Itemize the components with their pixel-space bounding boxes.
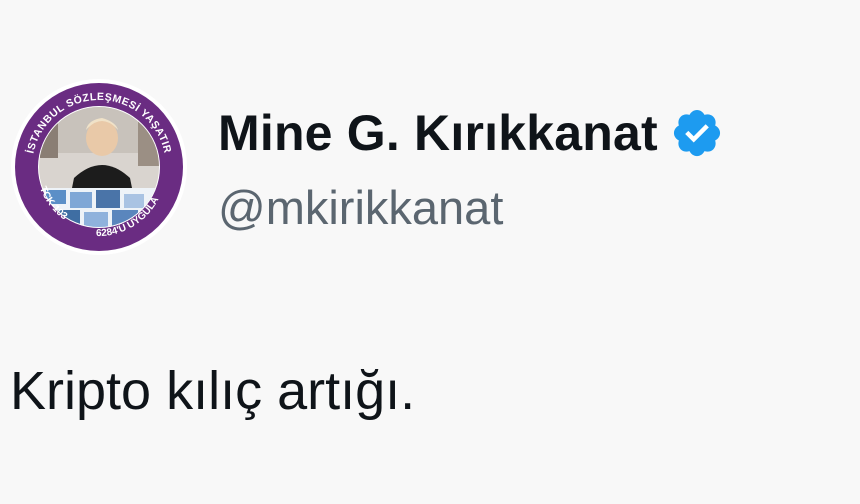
avatar-image: İSTANBUL SÖZLEŞMESİ YAŞATIR TCK-103 6284… xyxy=(11,79,187,255)
verified-badge-icon[interactable] xyxy=(670,106,724,160)
user-handle[interactable]: @mkirikkanat xyxy=(218,180,503,235)
display-name[interactable]: Mine G. Kırıkkanat xyxy=(218,104,658,162)
user-name-row: Mine G. Kırıkkanat xyxy=(218,104,724,162)
tweet-text: Kripto kılıç artığı. xyxy=(10,361,416,421)
avatar[interactable]: İSTANBUL SÖZLEŞMESİ YAŞATIR TCK-103 6284… xyxy=(10,78,188,256)
tweet-card: İSTANBUL SÖZLEŞMESİ YAŞATIR TCK-103 6284… xyxy=(0,0,860,504)
